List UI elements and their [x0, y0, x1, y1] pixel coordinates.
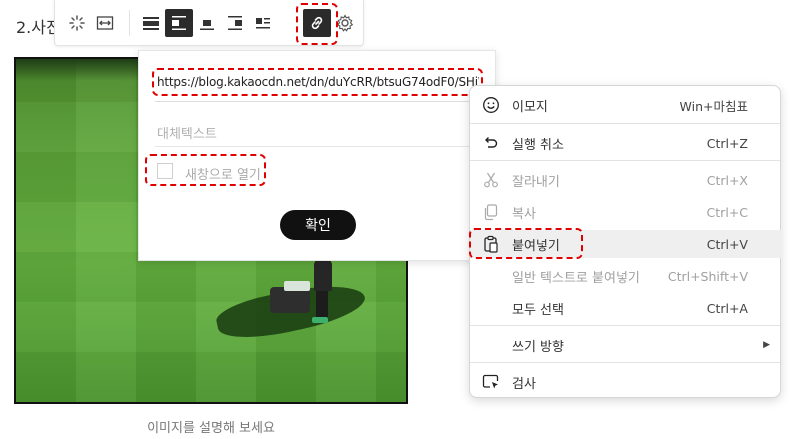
- menu-item-paste[interactable]: 붙여넣기 Ctrl+V: [470, 230, 782, 258]
- menu-item-shortcut: Ctrl+C: [706, 204, 748, 220]
- undo-icon: [482, 134, 500, 152]
- menu-item-label: 쓰기 방향: [512, 339, 564, 355]
- menu-item-shortcut: Ctrl+Shift+V: [667, 268, 748, 284]
- image-caption[interactable]: 이미지를 설명해 보세요: [0, 417, 422, 436]
- align-text-wrap-icon[interactable]: [249, 9, 277, 37]
- menu-item-label: 일반 텍스트로 붙여넣기: [512, 270, 640, 286]
- alt-text-underline: [155, 146, 485, 147]
- menu-item-label: 붙여넣기: [512, 238, 560, 254]
- menu-divider: [470, 123, 782, 124]
- photo-person-legs: [316, 289, 328, 319]
- menu-item-cut[interactable]: 잘라내기 Ctrl+X: [470, 166, 782, 194]
- align-full-icon[interactable]: [137, 9, 165, 37]
- menu-item-shortcut: Ctrl+V: [706, 236, 748, 252]
- photo-shoe: [312, 317, 328, 323]
- menu-item-copy[interactable]: 복사 Ctrl+C: [470, 198, 782, 226]
- alt-text-input[interactable]: 대체텍스트: [157, 123, 217, 142]
- link-icon[interactable]: [303, 9, 331, 37]
- link-panel: https://blog.kakaocdn.net/dn/duYcRR/btsu…: [138, 50, 496, 261]
- emoji-icon: [482, 96, 500, 114]
- menu-item-label: 모두 선택: [512, 302, 564, 318]
- image-toolbar: [54, 0, 364, 46]
- new-window-label: 새창으로 열기: [185, 168, 261, 183]
- align-right-icon[interactable]: [221, 9, 249, 37]
- gear-icon[interactable]: [331, 9, 359, 37]
- scissors-icon: [482, 171, 500, 189]
- align-left-icon[interactable]: [165, 9, 193, 37]
- toolbar-separator: [129, 10, 130, 36]
- menu-item-label: 복사: [512, 206, 536, 222]
- align-center-icon[interactable]: [193, 9, 221, 37]
- menu-item-shortcut: Win+마침표: [679, 98, 748, 114]
- menu-item-undo[interactable]: 실행 취소 Ctrl+Z: [470, 129, 782, 157]
- menu-item-label: 검사: [512, 376, 536, 392]
- menu-item-shortcut: Ctrl+A: [706, 300, 748, 316]
- menu-item-label: 잘라내기: [512, 174, 560, 190]
- menu-item-paste-plain[interactable]: 일반 텍스트로 붙여넣기 Ctrl+Shift+V: [470, 262, 782, 290]
- menu-divider: [470, 325, 782, 326]
- menu-divider: [470, 160, 782, 161]
- fit-width-icon[interactable]: [91, 9, 119, 37]
- photo-mower-top: [284, 281, 310, 291]
- copy-icon: [482, 203, 500, 221]
- context-menu: 이모지 Win+마침표 실행 취소 Ctrl+Z 잘라내기 Ctrl+X 복사 …: [469, 85, 782, 398]
- menu-item-inspect[interactable]: 검사: [470, 368, 782, 396]
- menu-item-shortcut: Ctrl+X: [706, 172, 748, 188]
- photo-person-body: [314, 259, 332, 291]
- submenu-arrow-icon: ▶: [763, 340, 770, 350]
- menu-item-select-all[interactable]: 모두 선택 Ctrl+A: [470, 294, 782, 322]
- loading-spinner-icon[interactable]: [63, 9, 91, 37]
- menu-item-label: 이모지: [512, 99, 548, 115]
- menu-item-writing-direction[interactable]: 쓰기 방향 ▶: [470, 331, 782, 359]
- inspect-icon: [482, 373, 500, 391]
- menu-divider: [470, 362, 782, 363]
- menu-item-shortcut: Ctrl+Z: [706, 135, 748, 151]
- menu-item-label: 실행 취소: [512, 137, 564, 153]
- confirm-button[interactable]: 확인: [280, 210, 356, 240]
- paste-icon: [482, 235, 500, 253]
- url-input[interactable]: https://blog.kakaocdn.net/dn/duYcRR/btsu…: [157, 75, 479, 97]
- new-window-checkbox[interactable]: [157, 163, 173, 179]
- menu-item-emoji[interactable]: 이모지 Win+마침표: [470, 91, 782, 119]
- url-underline: [155, 101, 485, 102]
